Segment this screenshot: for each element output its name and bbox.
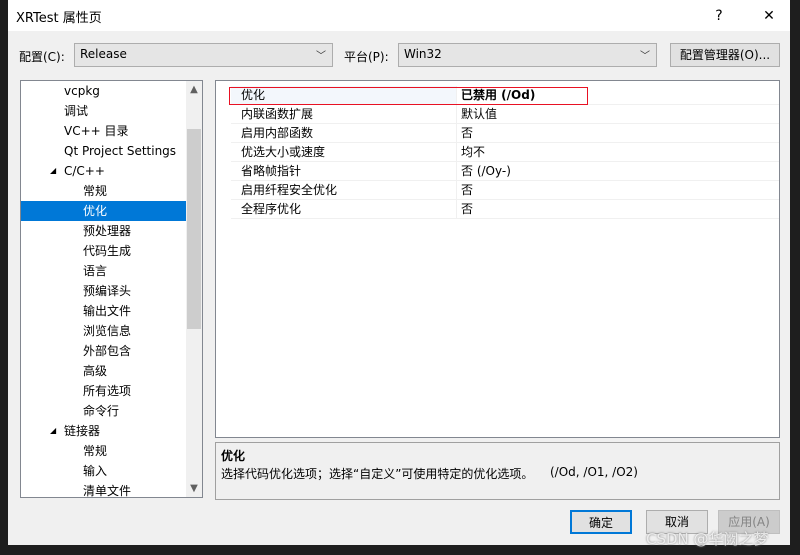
tree-item-label: 浏览信息 [83,324,132,338]
tree-item[interactable]: 所有选项 [21,381,186,401]
tree-item-label: 代码生成 [83,244,132,258]
description-panel: 优化 选择代码优化选项；选择“自定义”可使用特定的优化选项。 (/Od, /O1… [215,442,780,500]
platform-select[interactable]: Win32 ﹀ [398,43,657,67]
tree-item[interactable]: 优化 [21,201,186,221]
chevron-down-icon: ﹀ [316,51,326,62]
tree-item[interactable]: 常规 [21,441,186,461]
tree-item-label: 链接器 [64,424,101,438]
property-name: 内联函数扩展 [241,107,314,121]
config-label: 配置(C): [19,50,65,64]
tree-item[interactable]: Qt Project Settings [21,141,186,161]
config-value: Release [80,47,127,61]
property-name: 全程序优化 [241,202,302,216]
tree-item[interactable]: 预处理器 [21,221,186,241]
property-row[interactable]: 全程序优化 否 [231,200,779,219]
platform-label: 平台(P): [344,50,389,64]
property-name: 优选大小或速度 [241,145,326,159]
tree-item-label: 常规 [83,184,108,198]
tree-item-label: Qt Project Settings [64,144,177,158]
property-dialog: XRTest 属性页 ? ✕ 配置(C): Release ﹀ 平台(P): Wi… [8,0,790,545]
config-manager-button[interactable]: 配置管理器(O)... [670,43,780,67]
tree-item-label: 清单文件 [83,484,132,498]
tree-item[interactable]: 预编译头 [21,281,186,301]
tree-item[interactable]: 高级 [21,361,186,381]
chevron-down-icon: ﹀ [640,51,650,62]
tree-item[interactable]: 代码生成 [21,241,186,261]
property-grid: 优化 已禁用 (/Od) 内联函数扩展 默认值 启用内部函数否优选大小或速度 均不 省略帧指… [215,80,780,438]
description-text: 选择代码优化选项；选择“自定义”可使用特定的优化选项。 [221,467,534,481]
scroll-thumb[interactable] [187,129,201,329]
tree-item[interactable]: 调试 [21,101,186,121]
window-title: XRTest 属性页 [16,11,102,26]
tree-item-label: C/C++ [64,164,105,178]
tree-item[interactable]: VC++ 目录 [21,121,186,141]
config-select[interactable]: Release ﹀ [74,43,333,67]
platform-value: Win32 [404,47,442,61]
property-row[interactable]: 省略帧指针 否 (/Oy-) [231,162,779,181]
tree-item[interactable]: ◢ 链接器 [21,421,186,441]
tree-item[interactable]: 输出文件 [21,301,186,321]
property-row[interactable]: 启用纤程安全优化 否 [231,181,779,200]
property-row[interactable]: 启用内部函数 否 [231,124,779,143]
tree-item-label: 输入 [83,464,108,478]
tree-item[interactable]: 命令行 [21,401,186,421]
tree-item[interactable]: ◢ C/C++ [21,161,186,181]
tree-item-label: VC++ 目录 [64,124,129,138]
property-row[interactable]: 优选大小或速度 均不 [231,143,779,162]
property-row[interactable]: 内联函数扩展 默认值 [231,105,779,124]
tree-item-label: 调试 [64,104,89,118]
tree-item[interactable]: 常规 [21,181,186,201]
expand-arrow-icon[interactable]: ◢ [50,161,56,181]
tree-item[interactable]: 浏览信息 [21,321,186,341]
tree-item-label: 预处理器 [83,224,132,238]
tree-item[interactable]: vcpkg [21,81,186,101]
ok-button[interactable]: 确定 [570,510,632,534]
help-button[interactable]: ? [704,4,734,28]
tree-item[interactable]: 清单文件 [21,481,186,498]
tree-item-label: 高级 [83,364,108,378]
tree-item-label: 优化 [83,204,108,218]
tree-item-label: vcpkg [64,84,100,98]
property-name: 启用内部函数 [241,126,314,140]
tree-item-label: 所有选项 [83,384,132,398]
property-name: 启用纤程安全优化 [241,183,338,197]
property-value[interactable]: 否 [456,200,779,218]
scroll-down-icon[interactable]: ▼ [186,483,202,494]
scroll-up-icon[interactable]: ▲ [186,84,202,95]
tree-item-label: 常规 [83,444,108,458]
category-tree: vcpkg 调试 VC++ 目录 Qt Project Settings ◢ C/C++ 常… [20,80,203,498]
close-button[interactable]: ✕ [754,4,784,28]
tree-scrollbar[interactable]: ▲ ▼ [186,81,202,497]
property-value[interactable]: 否 [456,181,779,199]
property-value[interactable]: 否 (/Oy-) [456,162,779,180]
expand-arrow-icon[interactable]: ◢ [50,421,56,441]
tree-item-label: 外部包含 [83,344,132,358]
tree-item-label: 输出文件 [83,304,132,318]
tree-item[interactable]: 外部包含 [21,341,186,361]
tree-item-label: 命令行 [83,404,120,418]
tree-item[interactable]: 语言 [21,261,186,281]
title-bar: XRTest 属性页 ? ✕ [8,0,790,31]
property-value[interactable]: 默认值 [456,105,779,123]
tree-item-label: 预编译头 [83,284,132,298]
property-value[interactable]: 均不 [456,143,779,161]
tree-item[interactable]: 输入 [21,461,186,481]
tree-item-label: 语言 [83,264,108,278]
property-name: 省略帧指针 [241,164,302,178]
description-title: 优化 [221,449,246,463]
description-switches: (/Od, /O1, /O2) [550,465,638,479]
highlight-box [229,87,588,105]
watermark: CSDN @华阙之梦 [646,530,769,548]
property-value[interactable]: 否 [456,124,779,142]
